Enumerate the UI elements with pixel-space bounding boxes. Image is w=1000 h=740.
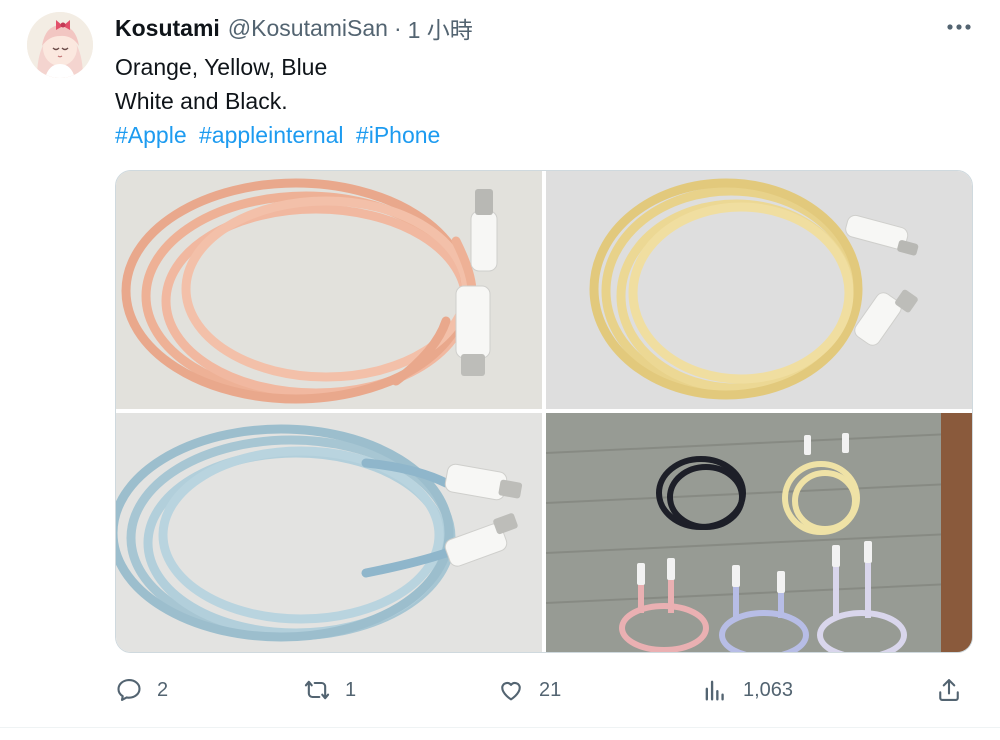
tweet-timestamp[interactable]: 1 小時 [408,11,473,45]
share-button[interactable] [935,670,963,710]
like-button[interactable]: 21 [497,670,561,710]
heart-icon [501,681,521,701]
author-name[interactable]: Kosutami [115,15,220,42]
retweet-button[interactable]: 1 [303,670,356,710]
avatar-image [27,12,93,78]
retweet-icon [304,680,330,700]
retweet-count: 1 [345,678,357,701]
photo-blue-cable[interactable] [116,413,542,652]
media-grid [115,170,973,653]
tweet-header: Kosutami @KosutamiSan · 1 小時 [115,11,473,45]
view-count: 1,063 [743,678,794,701]
header-separator: · [393,14,402,41]
photo-yellow-cable[interactable] [546,171,972,409]
tweet-text-line: White and Black. [115,88,288,114]
reply-count: 2 [157,678,169,701]
share-icon [939,679,959,701]
action-bar: 2 1 21 1,063 [115,670,971,710]
avatar[interactable] [27,12,93,78]
hashtag-link[interactable]: #iPhone [356,122,440,148]
like-count: 21 [539,678,562,701]
views-button[interactable]: 1,063 [701,670,793,710]
author-handle[interactable]: @KosutamiSan [228,15,388,42]
tweet-card[interactable]: Kosutami @KosutamiSan · 1 小時 Orange, Yel… [0,0,1000,740]
reply-button[interactable]: 2 [115,670,168,710]
reply-icon [117,679,141,701]
more-options-button[interactable] [940,12,978,42]
hashtag-list: #Apple #appleinternal #iPhone [115,118,446,152]
hashtag-link[interactable]: #Apple [115,122,187,148]
photo-orange-cable[interactable] [116,171,542,409]
more-horizontal-icon [947,24,971,30]
tweet-text: Orange, Yellow, Blue White and Black. #A… [115,50,446,152]
views-chart-icon [705,680,724,701]
tweet-text-line: Orange, Yellow, Blue [115,54,328,80]
tweet-divider [0,727,1000,728]
photo-cable-group[interactable] [546,413,972,652]
hashtag-link[interactable]: #appleinternal [199,122,344,148]
